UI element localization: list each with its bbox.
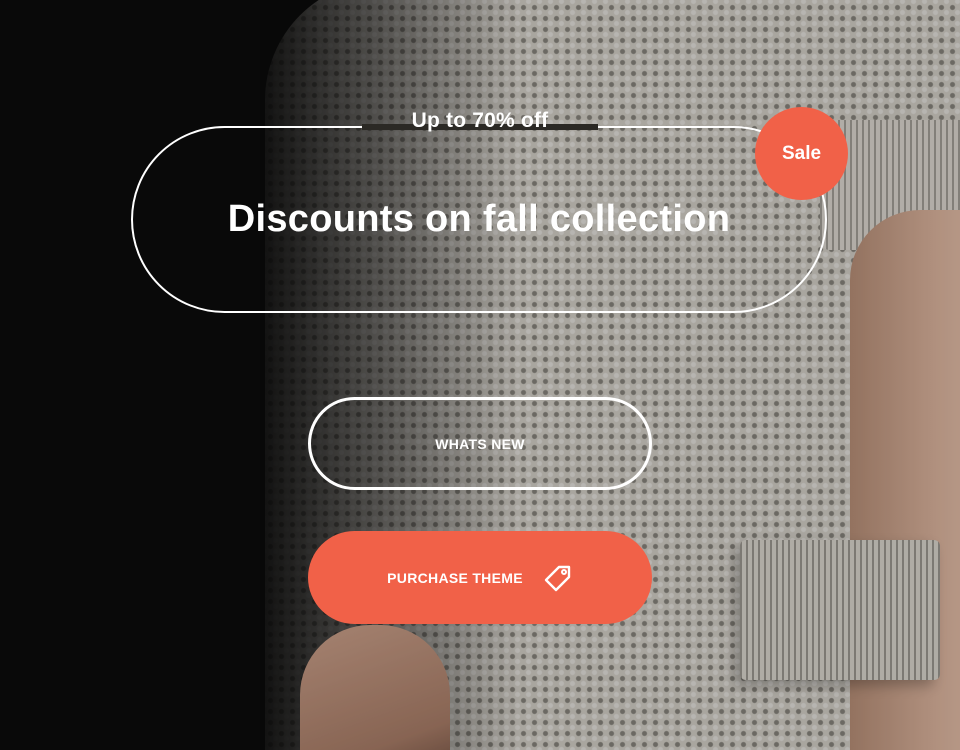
purchase-theme-button[interactable]: PURCHASE THEME [308, 531, 652, 624]
sale-badge: Sale [755, 107, 848, 200]
page-title: Discounts on fall collection [227, 198, 731, 240]
discount-eyebrow: Up to 70% off [411, 109, 549, 132]
price-tag-icon [543, 563, 573, 593]
hero-banner: Up to 70% off Discounts on fall collecti… [0, 0, 960, 750]
purchase-theme-label: PURCHASE THEME [387, 569, 523, 586]
sale-badge-label: Sale [781, 142, 822, 164]
whats-new-button[interactable]: WHATS NEW [308, 397, 652, 490]
whats-new-label: WHATS NEW [435, 435, 525, 452]
